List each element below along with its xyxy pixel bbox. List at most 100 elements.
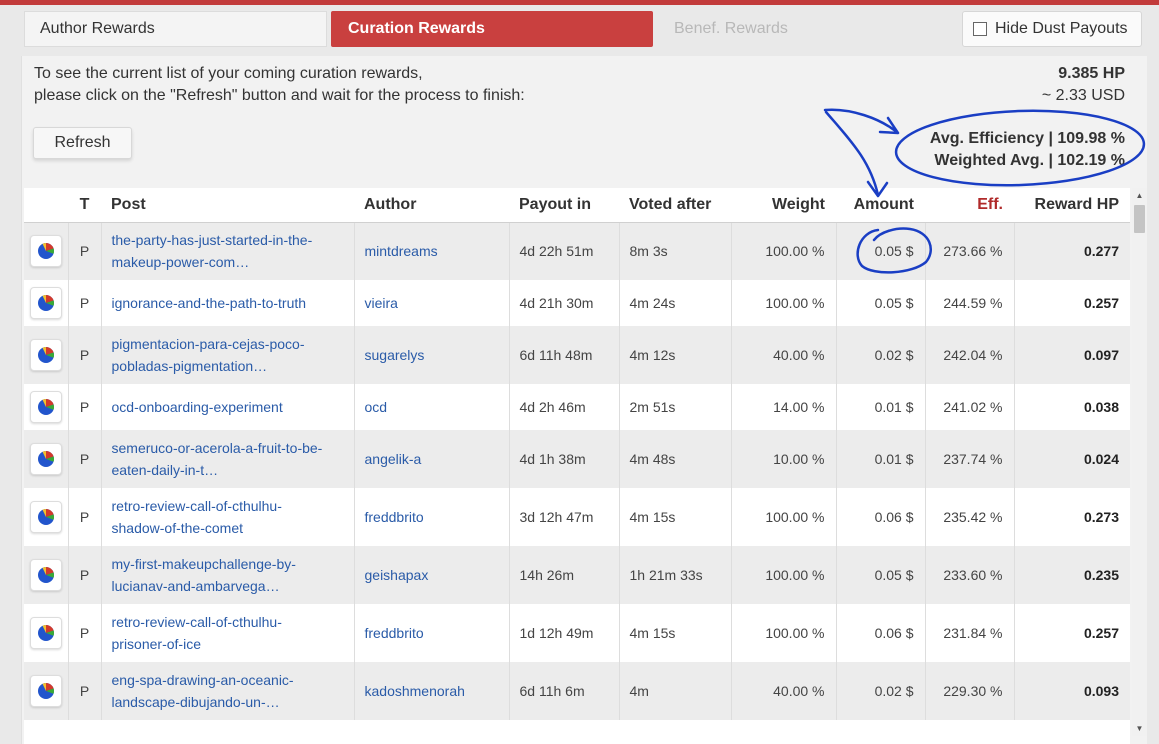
row-reward-hp: 0.273 [1014, 488, 1130, 546]
header-weight[interactable]: Weight [731, 188, 836, 223]
pie-chart-icon[interactable] [29, 339, 62, 371]
row-chart-cell [24, 326, 69, 384]
post-link[interactable]: ocd-onboarding-experiment [112, 396, 354, 418]
row-efficiency: 231.84 % [925, 604, 1015, 662]
row-amount: 0.02 $ [836, 662, 926, 720]
author-link[interactable]: vieira [365, 295, 398, 311]
avg-efficiency: Avg. Efficiency | 109.98 % [929, 130, 1125, 147]
info-line-2: please click on the "Refresh" button and… [34, 87, 525, 104]
header-type[interactable]: T [68, 188, 101, 223]
header-author[interactable]: Author [354, 188, 509, 223]
header-reward-hp[interactable]: Reward HP [1014, 188, 1130, 223]
row-type: P [68, 384, 102, 430]
row-type: P [68, 280, 102, 326]
row-author: freddbrito [354, 604, 510, 662]
author-link[interactable]: kadoshmenorah [365, 683, 465, 699]
tab-author-rewards[interactable]: Author Rewards [24, 11, 327, 47]
table-row: P ocd-onboarding-experiment ocd 4d 2h 46… [24, 384, 1130, 430]
row-voted-after: 4m 15s [619, 604, 732, 662]
header-post[interactable]: Post [101, 188, 354, 223]
row-voted-after: 4m [619, 662, 732, 720]
curation-table-container: T Post Author Payout in Voted after Weig… [24, 188, 1130, 744]
post-title-line-1: pigmentacion-para-cejas-poco- [111, 336, 305, 352]
pie-chart-icon[interactable] [29, 287, 62, 319]
author-link[interactable]: ocd [365, 399, 388, 415]
header-payout[interactable]: Payout in [509, 188, 619, 223]
row-post: ignorance-and-the-path-to-truth [101, 280, 355, 326]
row-chart-cell [24, 280, 69, 326]
scroll-up-arrow-icon[interactable]: ▲ [1132, 188, 1147, 203]
author-link[interactable]: freddbrito [365, 625, 424, 641]
pie-chart-icon[interactable] [29, 501, 62, 533]
tab-benef-rewards[interactable]: Benef. Rewards [653, 11, 956, 47]
post-link[interactable]: retro-review-call-of-cthulhu-shadow-of-t… [112, 495, 354, 539]
header-voted[interactable]: Voted after [619, 188, 731, 223]
row-efficiency: 241.02 % [925, 384, 1015, 430]
refresh-button[interactable]: Refresh [33, 127, 132, 159]
hide-dust-toggle[interactable]: Hide Dust Payouts [962, 11, 1142, 47]
author-link[interactable]: angelik-a [365, 451, 422, 467]
row-efficiency: 273.66 % [925, 222, 1015, 280]
row-payout: 3d 12h 47m [509, 488, 620, 546]
row-amount: 0.05 $ [836, 546, 926, 604]
table-row: P eng-spa-drawing-an-oceanic-landscape-d… [24, 662, 1130, 720]
tab-curation-rewards[interactable]: Curation Rewards [331, 11, 653, 47]
pie-chart-icon[interactable] [29, 617, 62, 649]
row-voted-after: 4m 15s [619, 488, 732, 546]
header-icon [24, 188, 68, 223]
post-link[interactable]: pigmentacion-para-cejas-poco-pobladas-pi… [112, 333, 354, 377]
post-link[interactable]: semeruco-or-acerola-a-fruit-to-be-eaten-… [112, 437, 354, 481]
checkbox-icon[interactable] [973, 22, 987, 36]
row-post: semeruco-or-acerola-a-fruit-to-be-eaten-… [101, 430, 355, 488]
hp-total-value: 9.385 HP [1058, 65, 1125, 82]
scrollbar-thumb[interactable] [1134, 205, 1145, 233]
row-weight: 10.00 % [731, 430, 837, 488]
row-weight: 100.00 % [731, 546, 837, 604]
row-type: P [68, 326, 102, 384]
post-title-line-1: semeruco-or-acerola-a-fruit-to-be- [111, 440, 323, 456]
row-voted-after: 4m 24s [619, 280, 732, 326]
row-type: P [68, 662, 102, 720]
scroll-down-arrow-icon[interactable]: ▼ [1132, 721, 1147, 736]
row-post: retro-review-call-of-cthulhu-prisoner-of… [101, 604, 355, 662]
row-chart-cell [24, 604, 69, 662]
pie-chart-icon[interactable] [29, 391, 62, 423]
row-payout: 1d 12h 49m [509, 604, 620, 662]
post-link[interactable]: retro-review-call-of-cthulhu-prisoner-of… [112, 611, 354, 655]
pie-chart-icon[interactable] [29, 559, 62, 591]
row-weight: 40.00 % [731, 662, 837, 720]
post-title-line-1: my-first-makeupchallenge-by- [111, 556, 296, 572]
header-amount[interactable]: Amount [836, 188, 925, 223]
row-post: eng-spa-drawing-an-oceanic-landscape-dib… [101, 662, 355, 720]
pie-chart-icon[interactable] [29, 675, 62, 707]
post-title-line-1: the-party-has-just-started-in-the- [111, 232, 313, 249]
row-efficiency: 244.59 % [925, 280, 1015, 326]
table-row: P ignorance-and-the-path-to-truth vieira… [24, 280, 1130, 326]
post-link[interactable]: eng-spa-drawing-an-oceanic-landscape-dib… [112, 669, 354, 713]
scrollbar[interactable]: ▲ ▼ [1132, 188, 1147, 736]
row-payout: 6d 11h 6m [509, 662, 620, 720]
pie-chart-icon[interactable] [29, 235, 62, 268]
row-post: ocd-onboarding-experiment [101, 384, 355, 430]
post-title-line-1: ignorance-and-the-path-to-truth [111, 295, 307, 311]
post-title-line-1: eng-spa-drawing-an-oceanic- [111, 672, 294, 688]
post-link[interactable]: the-party-has-just-started-in-the-makeup… [112, 229, 354, 273]
row-amount: 0.06 $ [836, 604, 926, 662]
pie-chart-icon[interactable] [29, 443, 62, 475]
author-link[interactable]: mintdreams [365, 243, 438, 259]
header-efficiency[interactable]: Eff. [925, 188, 1014, 223]
row-amount: 0.05 $ [836, 222, 926, 280]
post-link[interactable]: ignorance-and-the-path-to-truth [112, 292, 354, 314]
post-link[interactable]: my-first-makeupchallenge-by-lucianav-and… [112, 553, 354, 597]
row-weight: 100.00 % [731, 222, 837, 280]
row-amount: 0.01 $ [836, 384, 926, 430]
row-weight: 40.00 % [731, 326, 837, 384]
author-link[interactable]: sugarelys [365, 347, 425, 363]
row-type: P [68, 222, 102, 280]
tab-benef-rewards-label: Benef. Rewards [674, 20, 788, 37]
author-link[interactable]: freddbrito [365, 509, 424, 525]
post-title-line-2: prisoner-of-ice [111, 636, 201, 652]
author-link[interactable]: geishapax [365, 567, 429, 583]
tab-curation-rewards-label: Curation Rewards [348, 20, 485, 37]
row-efficiency: 233.60 % [925, 546, 1015, 604]
